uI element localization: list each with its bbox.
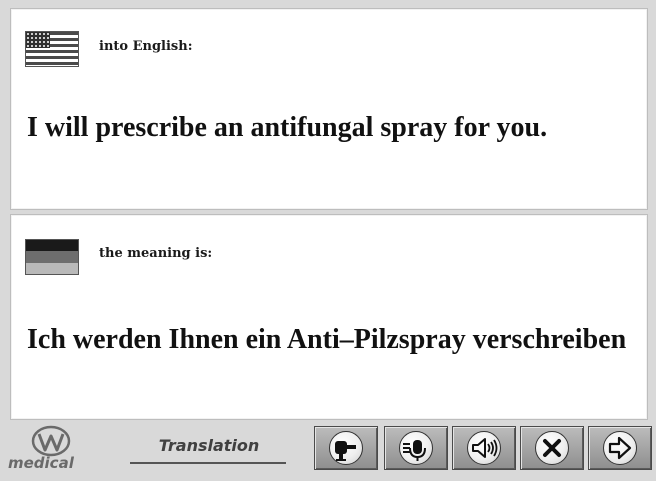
logo-mark-icon: [31, 425, 71, 457]
us-flag-icon: [25, 31, 79, 67]
microphone-icon: [335, 441, 356, 461]
next-button[interactable]: [588, 426, 652, 470]
source-panel: into English: I will prescribe an antifu…: [10, 8, 648, 210]
logo-text: medical: [8, 454, 74, 472]
target-language-label: the meaning is:: [99, 246, 213, 261]
source-language-label: into English:: [99, 39, 193, 54]
speaker-icon: [472, 438, 498, 458]
toolbar: medical Translation: [8, 422, 652, 478]
mode-title: Translation: [158, 436, 260, 455]
speak-button[interactable]: [452, 426, 516, 470]
record-button[interactable]: [314, 426, 378, 470]
target-panel: the meaning is: Ich werden Ihnen ein Ant…: [10, 214, 648, 420]
medical-logo: medical: [8, 424, 100, 478]
target-phrase: Ich werden Ihnen ein Anti–Pilzspray vers…: [27, 324, 627, 355]
source-phrase: I will prescribe an antifungal spray for…: [27, 112, 548, 143]
germany-flag-icon: [25, 239, 79, 275]
title-underline: [130, 462, 286, 464]
close-button[interactable]: [520, 426, 584, 470]
record-alt-button[interactable]: [384, 426, 448, 470]
microphone-playback-icon: [403, 440, 426, 461]
arrow-right-icon: [608, 436, 632, 460]
close-icon: [543, 439, 561, 457]
